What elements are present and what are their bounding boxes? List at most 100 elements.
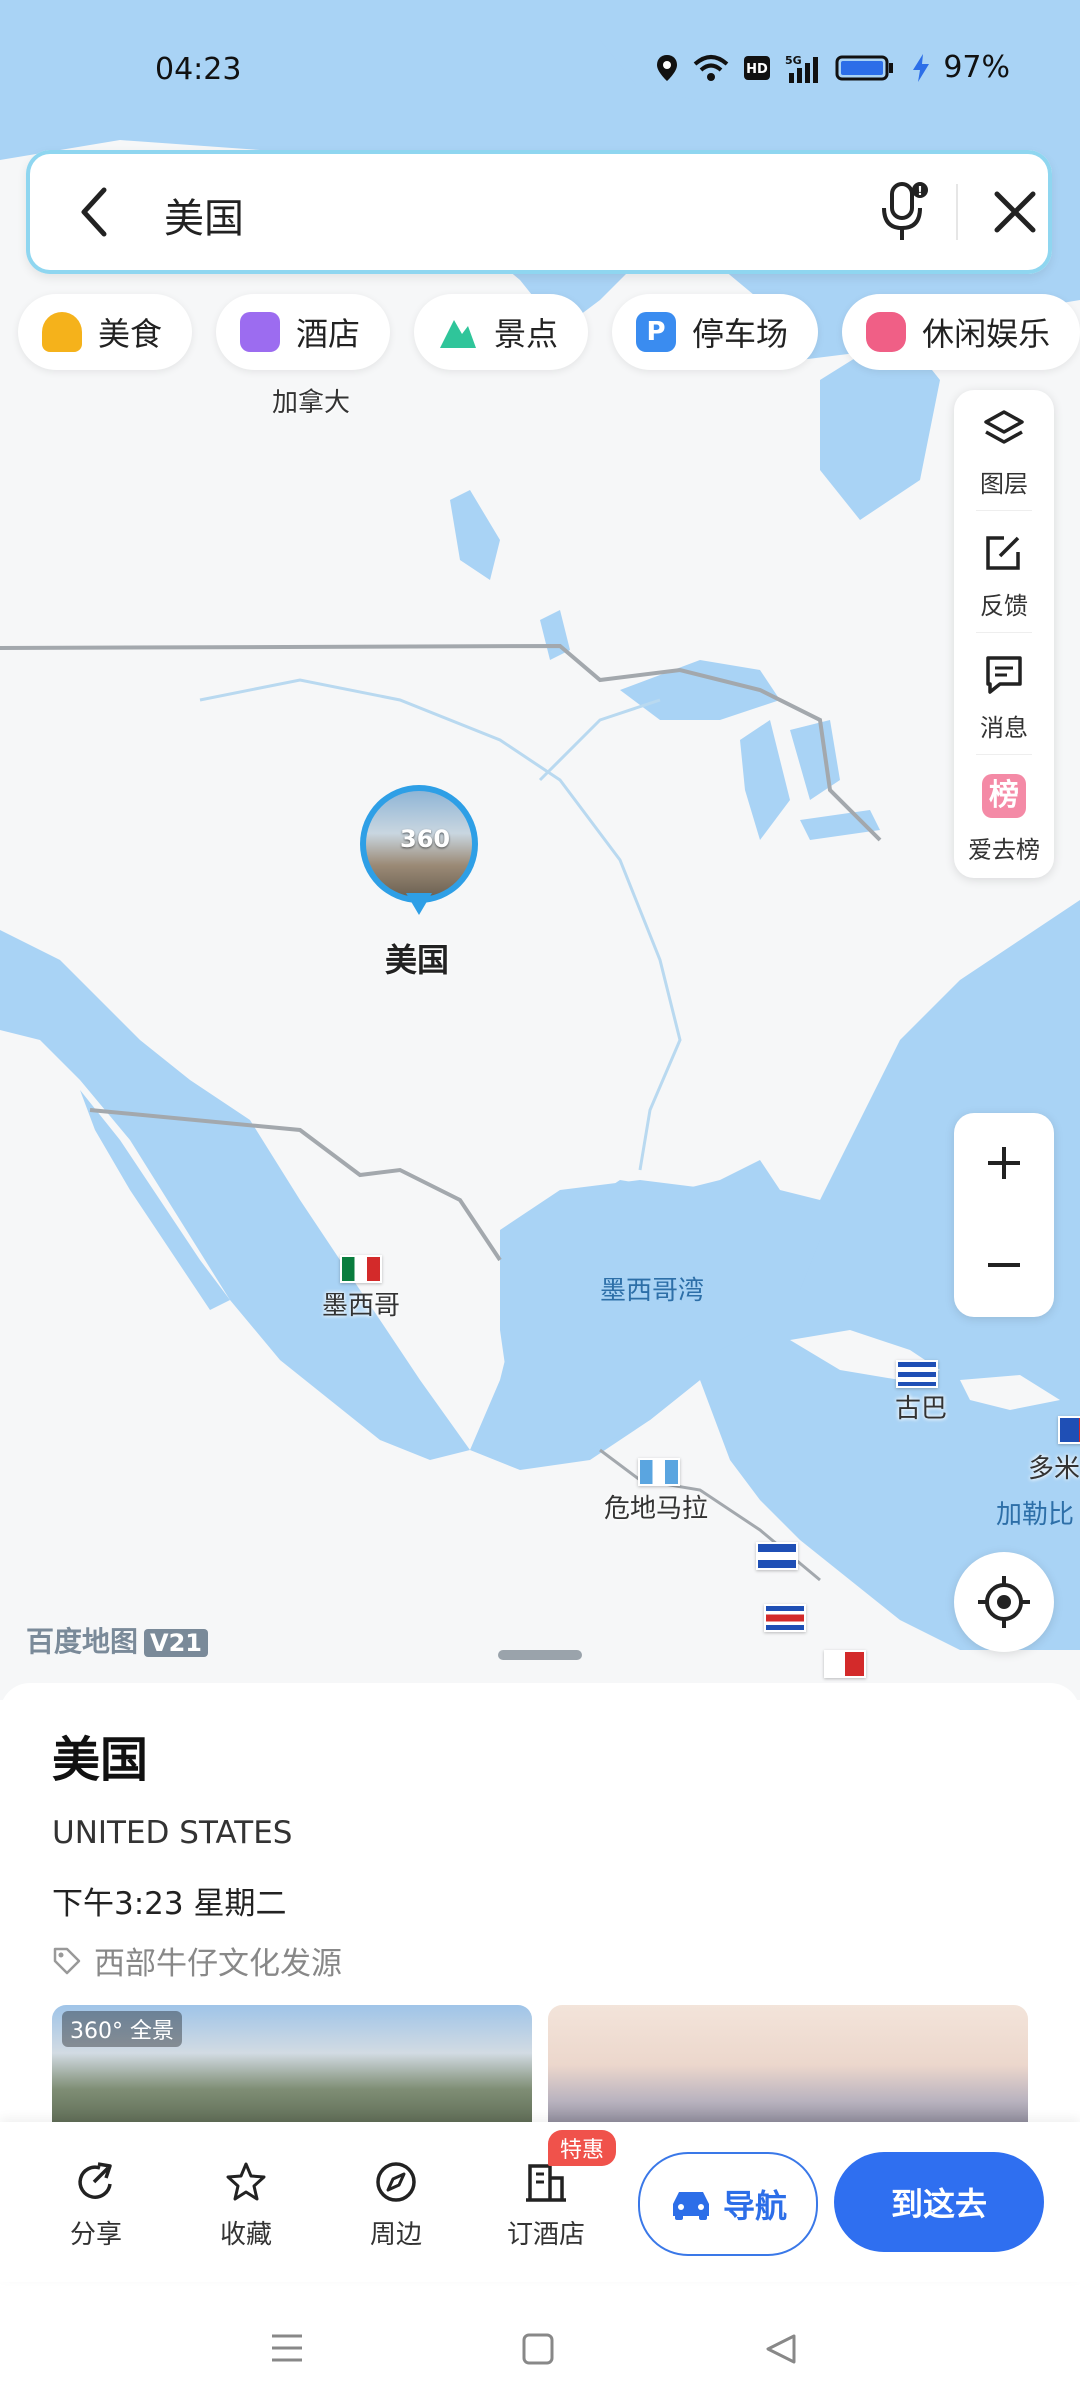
book-hotel-label: 订酒店 <box>506 2220 585 2250</box>
panorama-badge: 360° 全景 <box>62 2011 182 2047</box>
wifi-icon <box>693 54 729 81</box>
back-triangle-icon[interactable] <box>764 2332 798 2366</box>
status-time: 04:23 <box>155 52 242 87</box>
hispaniola-island <box>960 1375 1060 1410</box>
edit-icon <box>986 536 1020 570</box>
tool-layers[interactable]: 图层 <box>954 390 1054 510</box>
chip-food-label: 美食 <box>98 315 163 353</box>
system-navigation-bar <box>0 2300 1080 2400</box>
minus-icon <box>988 1263 1020 1267</box>
hd-icon: HD <box>744 55 771 80</box>
favorite-label: 收藏 <box>219 2220 272 2250</box>
location-icon <box>657 54 678 81</box>
favorite-button[interactable]: 收藏 <box>196 2160 296 2251</box>
panama-flag-icon <box>824 1650 866 1678</box>
status-icons: HD 5G 97% <box>655 50 1010 85</box>
microphone-icon[interactable]: ! <box>876 180 932 244</box>
chip-parking-label: 停车场 <box>692 315 789 353</box>
zoom-in-button[interactable] <box>954 1113 1054 1213</box>
map-label-cuba[interactable]: 古巴 <box>895 1388 947 1425</box>
message-icon <box>986 656 1022 694</box>
car-icon <box>672 2192 709 2220</box>
zoom-out-button[interactable] <box>954 1215 1054 1315</box>
cuba-flag-icon <box>896 1360 938 1388</box>
ranking-icon: 榜 <box>982 774 1026 818</box>
place-photo-panorama[interactable]: 360° 全景 <box>52 2005 532 2125</box>
dominican-flag-icon <box>1058 1416 1080 1444</box>
zoom-control <box>954 1113 1054 1317</box>
tool-ranking-label: 爱去榜 <box>968 836 1040 864</box>
scenic-icon <box>440 320 477 348</box>
search-bar[interactable]: 美国 ! <box>26 150 1052 274</box>
place-tag-text: 西部牛仔文化发源 <box>94 1946 342 1982</box>
svg-text:5G: 5G <box>785 54 802 67</box>
share-button[interactable]: 分享 <box>46 2160 146 2251</box>
tool-separator <box>976 754 1032 755</box>
place-photo-skyline[interactable] <box>548 2005 1028 2125</box>
chip-parking[interactable]: P 停车场 <box>612 294 819 370</box>
search-divider <box>956 184 958 240</box>
sheet-drag-handle[interactable] <box>498 1650 582 1660</box>
map-label-gulf: 墨西哥湾 <box>600 1276 705 1306</box>
category-chips: 美食 酒店 景点 P 停车场 休闲娱乐 <box>18 294 1080 370</box>
back-icon[interactable] <box>74 182 114 242</box>
chip-scenic[interactable]: 景点 <box>414 294 589 370</box>
nearby-label: 周边 <box>369 2220 422 2250</box>
chip-leisure[interactable]: 休闲娱乐 <box>842 294 1080 370</box>
place-tag: 西部牛仔文化发源 <box>52 1938 342 1983</box>
tag-icon <box>53 1947 81 1974</box>
home-icon[interactable] <box>521 2332 555 2366</box>
search-query[interactable]: 美国 <box>164 186 244 244</box>
chip-hotel[interactable]: 酒店 <box>216 294 391 370</box>
mexico-flag-icon <box>340 1255 382 1283</box>
chip-leisure-label: 休闲娱乐 <box>922 315 1051 353</box>
tool-layers-label: 图层 <box>980 470 1028 498</box>
go-here-label: 到这去 <box>890 2185 987 2223</box>
go-here-button[interactable]: 到这去 <box>834 2152 1044 2252</box>
plus-icon <box>988 1147 1020 1179</box>
locate-button[interactable] <box>954 1552 1054 1652</box>
svg-text:HD: HD <box>746 62 768 77</box>
tool-feedback[interactable]: 反馈 <box>954 512 1054 632</box>
compass-icon <box>376 2162 416 2202</box>
place-english-name: UNITED STATES <box>52 1815 293 1851</box>
battery-percent: 97% <box>943 50 1010 85</box>
svg-text:!: ! <box>917 184 922 198</box>
pin-tip <box>406 893 432 915</box>
place-local-time: 下午3:23 星期二 <box>52 1886 287 1922</box>
charging-icon <box>913 53 930 82</box>
tool-ranking[interactable]: 榜 爱去榜 <box>954 756 1054 876</box>
star-icon <box>226 2162 266 2201</box>
layers-icon <box>984 410 1024 444</box>
nearby-button[interactable]: 周边 <box>346 2160 446 2251</box>
guatemala-flag-icon <box>638 1458 680 1486</box>
watermark-version: V21 <box>144 1629 208 1657</box>
map-label-usa[interactable]: 美国 <box>385 935 449 981</box>
tool-separator <box>976 510 1032 511</box>
chip-hotel-label: 酒店 <box>296 315 361 353</box>
hotel-icon <box>240 312 281 352</box>
map-label-guatemala[interactable]: 危地马拉 <box>604 1488 708 1525</box>
close-icon[interactable] <box>991 188 1039 236</box>
map-label-mexico[interactable]: 墨西哥 <box>322 1285 400 1322</box>
book-hotel-button[interactable]: 订酒店 <box>496 2160 596 2251</box>
signal-5g-icon: 5G <box>785 54 819 83</box>
hotel-building-icon <box>526 2164 566 2202</box>
share-label: 分享 <box>69 2220 122 2250</box>
locate-icon <box>978 1576 1030 1628</box>
costa-rica-flag-icon <box>764 1604 806 1632</box>
hotel-deal-badge: 特惠 <box>548 2130 617 2166</box>
chip-food[interactable]: 美食 <box>18 294 193 370</box>
battery-icon <box>835 55 894 80</box>
usa-pin[interactable]: 360 <box>360 785 478 915</box>
status-bar: 04:23 HD 5G 97% <box>0 40 1080 100</box>
navigate-button[interactable]: 导航 <box>638 2152 818 2256</box>
chip-scenic-label: 景点 <box>494 315 559 353</box>
map-label-dominican[interactable]: 多米 <box>1028 1448 1080 1485</box>
share-icon <box>78 2162 112 2199</box>
menu-icon[interactable] <box>270 2332 304 2364</box>
tool-messages[interactable]: 消息 <box>954 634 1054 754</box>
navigate-label: 导航 <box>722 2187 787 2225</box>
watermark-text: 百度地图 <box>26 1625 139 1658</box>
map-label-caribbean: 加勒比 <box>996 1500 1075 1530</box>
